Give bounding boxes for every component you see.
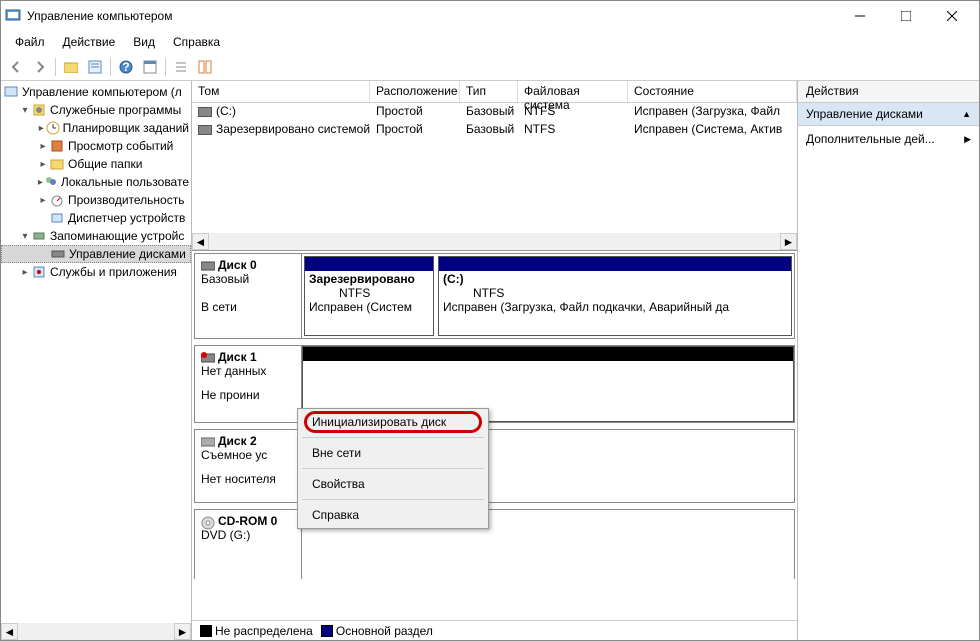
menubar: Файл Действие Вид Справка [1,31,979,53]
ctx-help[interactable]: Справка [298,502,488,528]
disk-row-cdrom[interactable]: CD-ROM 0 DVD (G:) [194,509,795,579]
actions-pane: Действия Управление дисками▲ Дополнитель… [798,81,979,640]
ctx-initialize-disk[interactable]: Инициализировать диск [298,409,488,435]
actions-more-actions[interactable]: Дополнительные дей...▶ [798,126,979,152]
col-header-filesystem[interactable]: Файловая система [518,81,628,102]
tree-storage[interactable]: ▾Запоминающие устройс [1,227,191,245]
chevron-right-icon: ▶ [964,134,971,145]
disk-icon [201,260,215,272]
back-icon[interactable] [5,56,27,78]
disk-row-2[interactable]: Диск 2 Съемное ус Нет носителя [194,429,795,503]
volume-row[interactable]: (C:) Простой Базовый NTFS Исправен (Загр… [192,103,797,121]
disk-error-icon [201,352,215,364]
tree-services[interactable]: ▸Службы и приложения [1,263,191,281]
col-header-status[interactable]: Состояние [628,81,797,102]
collapse-icon: ▲ [962,109,971,119]
partition-reserved[interactable]: Зарезервировано NTFS Исправен (Систем [304,256,434,336]
close-button[interactable] [929,1,975,31]
window-titlebar: Управление компьютером [1,1,979,31]
menu-action[interactable]: Действие [55,33,124,51]
maximize-button[interactable] [883,1,929,31]
tree-event-viewer[interactable]: ▸Просмотр событий [1,137,191,155]
volume-list: Том Расположение Тип Файловая система Со… [192,81,797,251]
col-header-layout[interactable]: Расположение [370,81,460,102]
drive-icon [198,125,212,135]
menu-help[interactable]: Справка [165,33,228,51]
detail-icon[interactable] [194,56,216,78]
menu-view[interactable]: Вид [125,33,163,51]
menu-file[interactable]: Файл [7,33,53,51]
cdrom-icon [201,516,215,528]
list-icon[interactable] [170,56,192,78]
removable-disk-icon [201,436,215,448]
ctx-properties[interactable]: Свойства [298,471,488,497]
minimize-button[interactable] [837,1,883,31]
disk-row-1[interactable]: Диск 1 Нет данных Не проини [194,345,795,423]
context-menu: Инициализировать диск Вне сети Свойства … [297,408,489,529]
col-header-volume[interactable]: Том [192,81,370,102]
tree-disk-management[interactable]: Управление дисками [1,245,191,263]
legend-swatch-unallocated [200,625,212,637]
actions-header: Действия [798,81,979,103]
tree-root[interactable]: Управление компьютером (л [1,83,191,101]
legend-swatch-primary [321,625,333,637]
help-icon[interactable]: ? [115,56,137,78]
disk-row-0[interactable]: Диск 0 Базовый В сети Зарезервировано NT… [194,253,795,339]
window-title: Управление компьютером [27,9,837,23]
svg-text:?: ? [122,60,129,74]
app-icon [5,8,21,24]
tree-task-scheduler[interactable]: ▸Планировщик заданий [1,119,191,137]
ctx-offline[interactable]: Вне сети [298,440,488,466]
tree-system-tools[interactable]: ▾Служебные программы [1,101,191,119]
drive-icon [198,107,212,117]
forward-icon[interactable] [29,56,51,78]
tree-h-scrollbar[interactable]: ◄► [1,623,191,640]
actions-selected-node[interactable]: Управление дисками▲ [798,103,979,126]
content-pane: Том Расположение Тип Файловая система Со… [192,81,798,640]
refresh-icon[interactable] [139,56,161,78]
partition-c[interactable]: (C:) NTFS Исправен (Загрузка, Файл подка… [438,256,792,336]
properties-icon[interactable] [84,56,106,78]
volume-row[interactable]: Зарезервировано системой Простой Базовый… [192,121,797,139]
tree-local-users[interactable]: ▸Локальные пользовате [1,173,191,191]
toolbar: ? [1,53,979,81]
disk-graphical-view: Диск 0 Базовый В сети Зарезервировано NT… [192,251,797,620]
tree-performance[interactable]: ▸Производительность [1,191,191,209]
folder-icon[interactable] [60,56,82,78]
col-header-type[interactable]: Тип [460,81,518,102]
tree-device-manager[interactable]: Диспетчер устройств [1,209,191,227]
tree-pane: Управление компьютером (л ▾Служебные про… [1,81,192,640]
tree-shared-folders[interactable]: ▸Общие папки [1,155,191,173]
legend: Не распределена Основной раздел [192,620,797,640]
volume-h-scrollbar[interactable]: ◄► [192,233,797,250]
